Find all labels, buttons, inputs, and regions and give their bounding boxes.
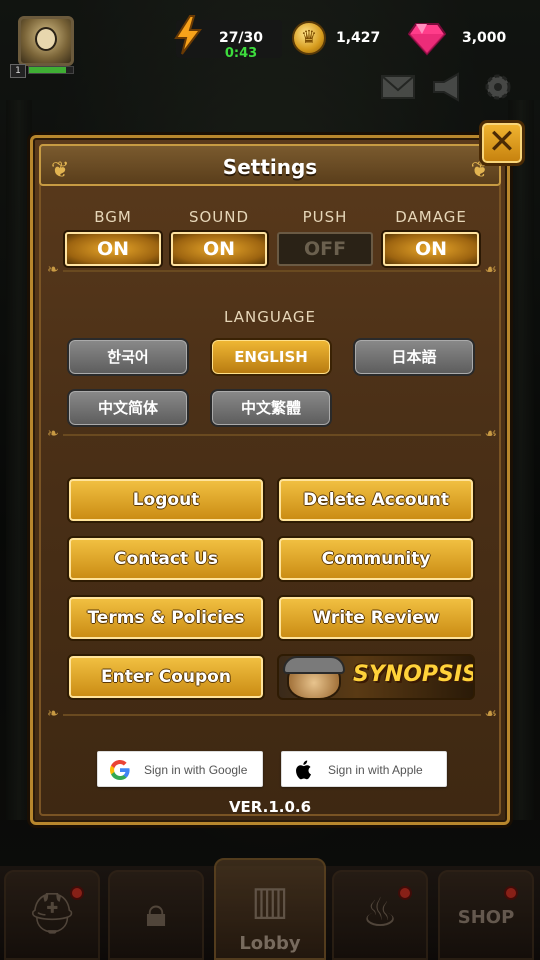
damage-toggle-group: DAMAGE ON [383,208,479,266]
lobby-label: Lobby [239,933,301,954]
section-divider: ❧ ☙ [47,262,497,278]
terms-policies-button[interactable]: Terms & Policies [67,595,265,641]
section-divider: ❧ ☙ [47,706,497,722]
settings-panel: ❦ Settings ❦ BGM ON SOUND ON PUSH OFF DA… [30,135,510,825]
player-avatar[interactable] [18,16,74,66]
contact-us-button[interactable]: Contact Us [67,536,265,582]
nav-tab-campfire[interactable]: ♨ [332,870,428,960]
gem-value: 3,000 [462,30,507,46]
push-toggle[interactable]: OFF [277,232,373,266]
google-sign-in-label: Sign in with Google [144,763,248,777]
lang-english-button[interactable]: ENGLISH [210,338,332,376]
nav-tab-heroes[interactable]: ⛑ [4,870,100,960]
lang-japanese-button[interactable]: 日本語 [353,338,475,376]
notification-dot [398,886,412,900]
community-button[interactable]: Community [277,536,475,582]
curl-ornament-icon: ☙ [484,262,497,278]
curl-ornament-icon: ☙ [484,426,497,442]
bottom-nav: ⛑ 🔒︎ ▥ Lobby ♨ SHOP [0,858,540,960]
enter-coupon-button[interactable]: Enter Coupon [67,654,265,700]
energy-value: 27/30 [218,30,264,46]
gold-coin-icon [292,21,326,55]
version-label: VER.1.0.6 [228,798,312,816]
delete-account-button[interactable]: Delete Account [277,477,475,523]
damage-toggle[interactable]: ON [383,232,479,266]
damage-label: DAMAGE [395,208,467,226]
sound-toggle[interactable]: ON [171,232,267,266]
push-toggle-group: PUSH OFF [277,208,373,266]
hero-helmet [283,656,345,674]
lock-icon: 🔒︎ [145,890,167,936]
mail-icon[interactable] [380,72,416,102]
settings-title-bar: ❦ Settings ❦ [39,144,501,186]
avatar-face [35,27,57,51]
gate-icon: ▥ [251,878,289,924]
campfire-icon: ♨ [362,890,398,936]
notification-dot [70,886,84,900]
logout-button[interactable]: Logout [67,477,265,523]
top-hud: 1 27/30 0:43 1,427 3,000 [0,0,540,102]
bgm-label: BGM [94,208,132,226]
nav-tab-lobby[interactable]: ▥ Lobby [214,858,326,960]
curl-ornament-icon: ❧ [47,706,59,722]
curl-ornament-icon: ☙ [484,706,497,722]
synopsis-label: SYNOPSIS [353,662,475,687]
gear-icon[interactable] [480,72,516,102]
xp-bar [28,66,74,74]
close-button[interactable]: ✕ [479,120,525,166]
player-level-badge: 1 [10,64,26,78]
lang-traditional-chinese-button[interactable]: 中文繁體 [210,389,332,427]
synopsis-button[interactable]: SYNOPSIS [277,654,475,700]
gem-icon [408,23,446,56]
sound-toggle-group: SOUND ON [171,208,267,266]
megaphone-icon[interactable] [430,72,466,102]
lang-simplified-chinese-button[interactable]: 中文简体 [67,389,189,427]
knight-helmet-icon: ⛑ [26,891,78,937]
google-sign-in-button[interactable]: Sign in with Google [97,751,263,787]
sound-label: SOUND [188,208,250,226]
nav-tab-locked[interactable]: 🔒︎ [108,870,204,960]
energy-timer: 0:43 [224,46,258,61]
curl-ornament-icon: ❧ [47,262,59,278]
write-review-button[interactable]: Write Review [277,595,475,641]
notification-dot [504,886,518,900]
coin-value: 1,427 [336,30,381,46]
language-title: LANGUAGE [224,308,316,326]
settings-title: Settings [222,155,318,179]
close-x-icon: ✕ [487,122,517,162]
section-divider: ❧ ☙ [47,426,497,442]
bgm-toggle[interactable]: ON [65,232,161,266]
shop-label: SHOP [457,907,515,928]
curl-ornament-icon: ❧ [47,426,59,442]
apple-sign-in-label: Sign in with Apple [328,763,423,777]
push-label: PUSH [302,208,348,226]
apple-icon [296,760,311,780]
google-icon [110,760,130,780]
lang-korean-button[interactable]: 한국어 [67,338,189,376]
nav-tab-shop[interactable]: SHOP [438,870,534,960]
lightning-icon [174,15,202,55]
bgm-toggle-group: BGM ON [65,208,161,266]
apple-sign-in-button[interactable]: Sign in with Apple [281,751,447,787]
